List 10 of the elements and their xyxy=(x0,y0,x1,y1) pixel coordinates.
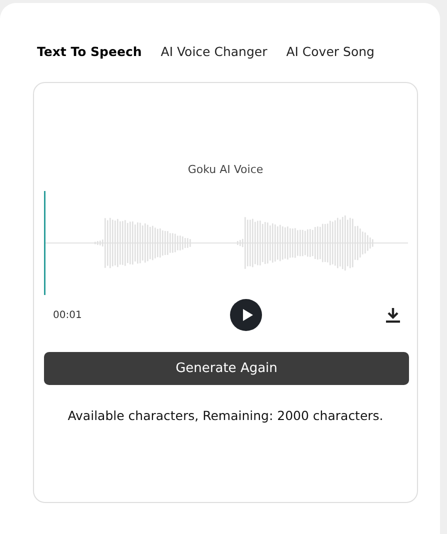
tab[interactable]: Text To Speech xyxy=(37,44,142,58)
generate-button[interactable]: Generate Again xyxy=(44,352,409,385)
voice-title: Goku AI Voice xyxy=(188,163,264,178)
tab[interactable]: AI Cover Song xyxy=(286,44,374,58)
tab[interactable]: AI Voice Changer xyxy=(160,44,268,58)
quota-text: Available characters, Remaining: 2000 characters. xyxy=(68,408,384,423)
download-icon[interactable] xyxy=(386,308,400,322)
play-button[interactable] xyxy=(230,299,262,331)
play-icon xyxy=(240,308,254,322)
time-label: 00:01 xyxy=(52,310,83,320)
